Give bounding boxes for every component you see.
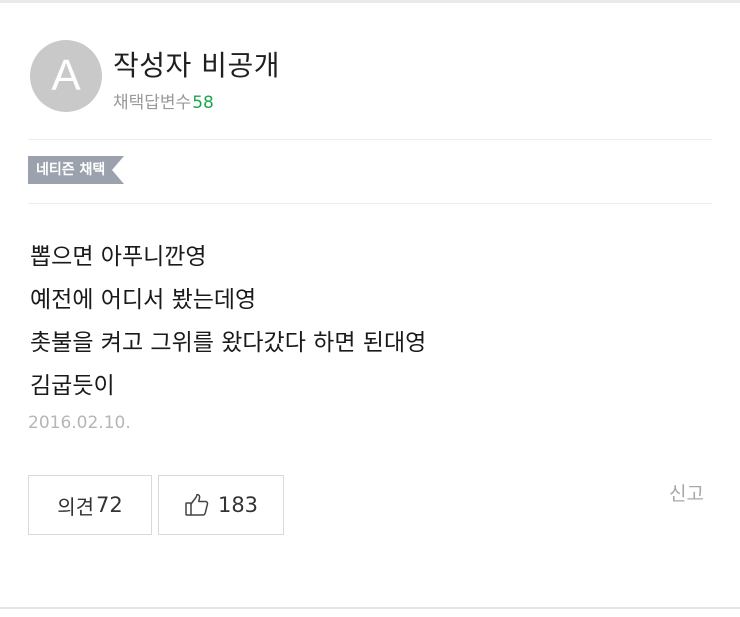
divider [28, 139, 712, 140]
like-count: 183 [217, 493, 259, 517]
bottom-border [0, 607, 740, 609]
answer-line: 뽑으면 아푸니깐영 [30, 244, 207, 270]
avatar-letter: A [51, 51, 81, 100]
answer-line: 김굽듯이 [30, 373, 115, 399]
divider [28, 203, 712, 204]
answer-line: 촛불을 켜고 그위를 왔다갔다 하면 된대영 [30, 330, 427, 356]
top-border [0, 0, 740, 3]
thumbs-up-icon [185, 493, 209, 516]
adopted-answers-label: 채택답변수 [113, 93, 192, 113]
badge-label: 네티즌 채택 [28, 156, 113, 184]
adopted-answers-count: 채택답변수58 [113, 88, 214, 113]
report-link[interactable]: 신고 [669, 479, 704, 506]
author-name: 작성자 비공개 [113, 49, 280, 82]
opinion-label: 의견 [57, 494, 95, 519]
netizen-adopted-badge: 네티즌 채택 [28, 156, 125, 184]
opinion-count: 72 [96, 493, 123, 517]
answer-body: 뽑으면 아푸니깐영 예전에 어디서 봤는데영 촛불을 켜고 그위를 왔다갔다 하… [30, 236, 690, 408]
answer-line: 예전에 어디서 봤는데영 [30, 287, 257, 313]
badge-tail [112, 156, 125, 184]
opinion-button[interactable]: 의견 72 [28, 475, 152, 535]
avatar: A [30, 40, 102, 112]
answer-date: 2016.02.10. [28, 413, 131, 433]
like-button[interactable]: 183 [158, 475, 284, 535]
adopted-answers-number: 58 [192, 93, 214, 113]
